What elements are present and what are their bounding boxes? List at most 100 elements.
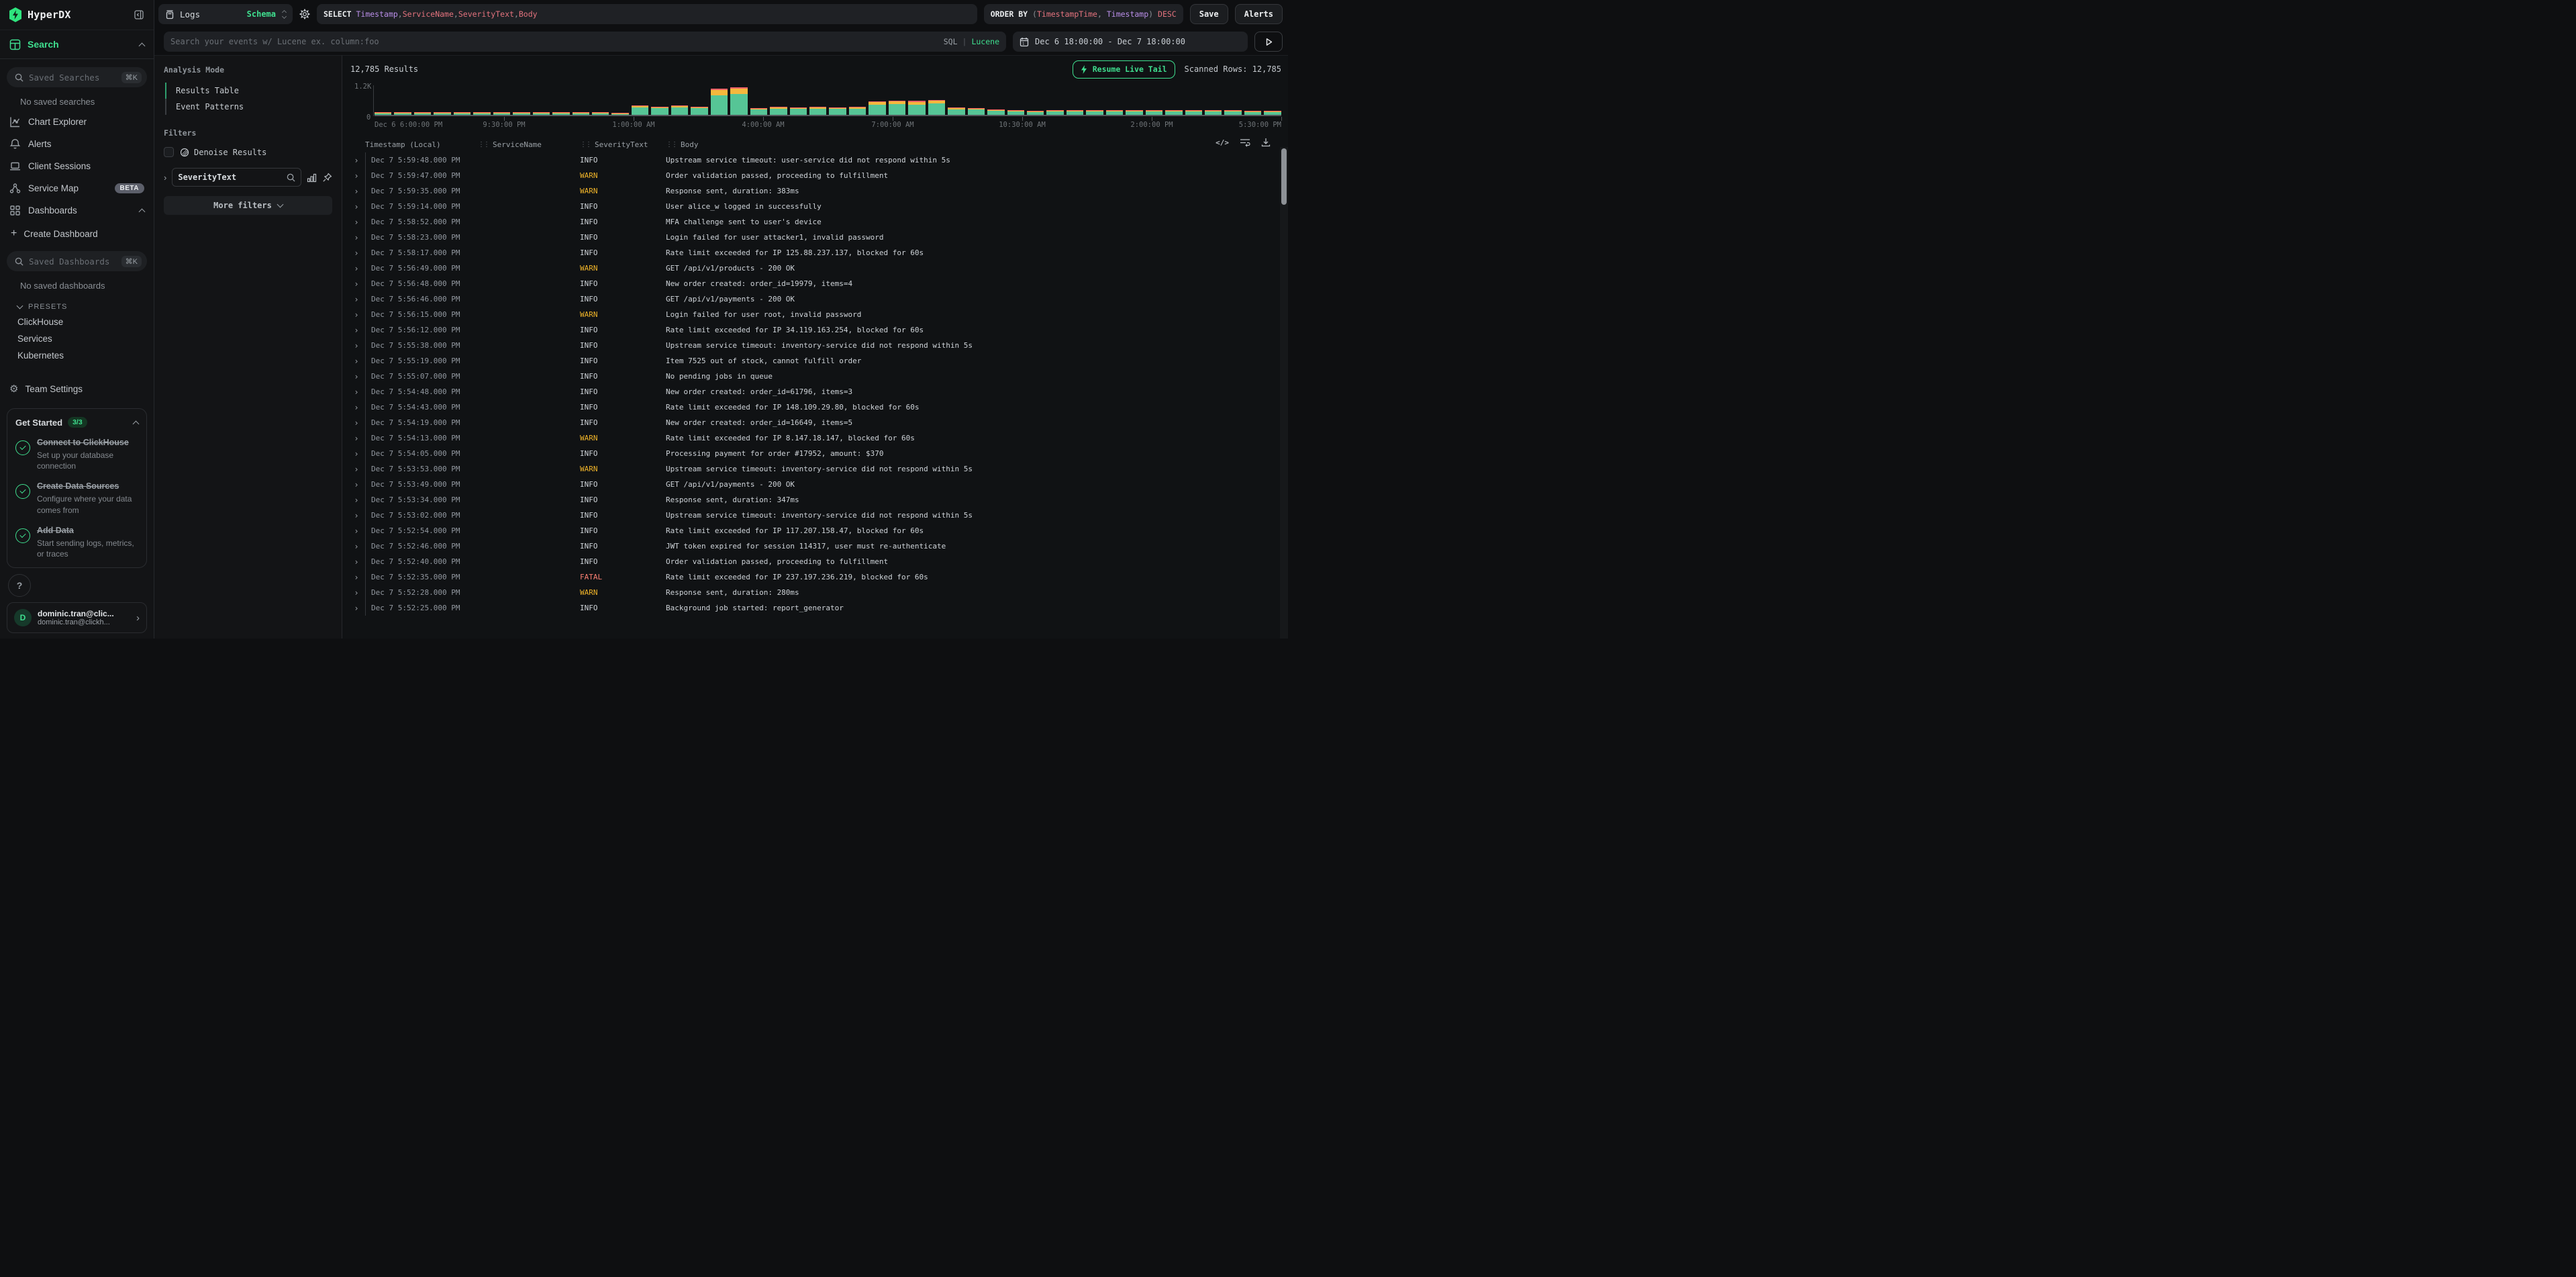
table-row[interactable]: ›Dec 7 5:54:13.000 PMWARNRate limit exce…	[348, 430, 1288, 446]
histogram-bar[interactable]	[730, 87, 747, 115]
histogram-bar[interactable]	[513, 112, 530, 115]
drag-handle-icon[interactable]: ⋮⋮	[666, 141, 677, 148]
sql-toggle[interactable]: SQL	[944, 37, 958, 46]
row-expand-chevron[interactable]: ›	[348, 403, 365, 412]
table-row[interactable]: ›Dec 7 5:58:52.000 PMINFOMFA challenge s…	[348, 214, 1288, 230]
histogram-bar[interactable]	[573, 112, 589, 115]
row-expand-chevron[interactable]: ›	[348, 449, 365, 459]
histogram-bar[interactable]	[829, 107, 846, 115]
histogram-bar[interactable]	[493, 112, 510, 115]
table-row[interactable]: ›Dec 7 5:58:17.000 PMINFORate limit exce…	[348, 245, 1288, 261]
histogram-bar[interactable]	[1165, 110, 1182, 115]
histogram-bar[interactable]	[1046, 110, 1063, 115]
histogram-bar[interactable]	[711, 89, 728, 115]
more-filters-button[interactable]: More filters	[164, 196, 332, 215]
vertical-scrollbar-thumb[interactable]	[1281, 148, 1287, 205]
sidebar-item-chart-explorer[interactable]: Chart Explorer	[0, 111, 154, 133]
row-expand-chevron[interactable]: ›	[348, 248, 365, 258]
histogram-bar[interactable]	[592, 112, 609, 115]
table-row[interactable]: ›Dec 7 5:54:48.000 PMINFONew order creat…	[348, 384, 1288, 399]
column-header-servicename[interactable]: ⋮⋮ServiceName	[478, 140, 580, 149]
histogram-bar[interactable]	[948, 107, 964, 115]
histogram-bar[interactable]	[750, 108, 767, 115]
row-expand-chevron[interactable]: ›	[348, 156, 365, 165]
histogram-bar[interactable]	[473, 112, 490, 115]
table-row[interactable]: ›Dec 7 5:58:23.000 PMINFOLogin failed fo…	[348, 230, 1288, 245]
row-expand-chevron[interactable]: ›	[348, 295, 365, 304]
table-row[interactable]: ›Dec 7 5:59:14.000 PMINFOUser alice_w lo…	[348, 199, 1288, 214]
table-row[interactable]: ›Dec 7 5:56:15.000 PMWARNLogin failed fo…	[348, 307, 1288, 322]
denoise-label[interactable]: Denoise Results	[194, 148, 266, 157]
column-header-body[interactable]: ⋮⋮Body	[666, 140, 1214, 149]
histogram-bar[interactable]	[1185, 110, 1202, 115]
table-row[interactable]: ›Dec 7 5:52:28.000 PMWARNResponse sent, …	[348, 585, 1288, 600]
order-by-input[interactable]: ORDER BY (TimestampTime, Timestamp) DESC	[984, 4, 1183, 24]
download-icon[interactable]	[1261, 138, 1271, 147]
table-row[interactable]: ›Dec 7 5:52:40.000 PMINFOOrder validatio…	[348, 554, 1288, 569]
histogram-bar[interactable]	[1146, 110, 1162, 115]
row-expand-chevron[interactable]: ›	[348, 465, 365, 474]
row-expand-chevron[interactable]: ›	[348, 434, 365, 443]
get-started-item-sources[interactable]: Create Data Sources Configure where your…	[15, 480, 138, 515]
resume-live-tail-button[interactable]: Resume Live Tail	[1073, 60, 1175, 79]
histogram-bar[interactable]	[889, 101, 905, 115]
table-row[interactable]: ›Dec 7 5:59:47.000 PMWARNOrder validatio…	[348, 168, 1288, 183]
preset-item-clickhouse[interactable]: ClickHouse	[0, 314, 154, 330]
histogram-bar[interactable]	[1086, 110, 1103, 115]
histogram-bar[interactable]	[691, 107, 707, 115]
histogram-bar[interactable]	[928, 100, 945, 115]
filter-field-severitytext[interactable]: SeverityText	[172, 168, 301, 187]
drag-handle-icon[interactable]: ⋮⋮	[478, 141, 489, 148]
query-language-toggle[interactable]: SQL | Lucene	[944, 37, 999, 46]
histogram-bar[interactable]	[1244, 111, 1261, 115]
row-expand-chevron[interactable]: ›	[348, 480, 365, 489]
preset-item-services[interactable]: Services	[0, 330, 154, 347]
wrap-lines-icon[interactable]	[1240, 138, 1250, 147]
mode-results-table[interactable]: Results Table	[165, 83, 332, 99]
histogram-bar[interactable]	[809, 107, 826, 115]
events-histogram[interactable]: 1.2K 0 Dec 6 6:00:00 PM9:30:00 PM1:00:00…	[349, 85, 1281, 130]
row-expand-chevron[interactable]: ›	[348, 495, 365, 505]
code-view-icon[interactable]: </>	[1216, 138, 1229, 147]
lucene-toggle[interactable]: Lucene	[971, 37, 999, 46]
create-dashboard-button[interactable]: + Create Dashboard	[0, 222, 154, 243]
help-button[interactable]: ?	[8, 574, 31, 597]
table-row[interactable]: ›Dec 7 5:55:19.000 PMINFOItem 7525 out o…	[348, 353, 1288, 369]
collapse-sidebar-icon[interactable]	[134, 9, 144, 20]
row-expand-chevron[interactable]: ›	[348, 542, 365, 551]
alerts-button[interactable]: Alerts	[1235, 4, 1283, 24]
histogram-bar[interactable]	[987, 109, 1004, 115]
filter-expand-chevron[interactable]: ›	[164, 173, 166, 183]
table-row[interactable]: ›Dec 7 5:56:46.000 PMINFOGET /api/v1/pay…	[348, 291, 1288, 307]
save-button[interactable]: Save	[1190, 4, 1228, 24]
sidebar-item-team-settings[interactable]: ⚙ Team Settings	[0, 376, 154, 401]
row-expand-chevron[interactable]: ›	[348, 202, 365, 211]
get-started-item-connect[interactable]: Connect to ClickHouse Set up your databa…	[15, 436, 138, 471]
sidebar-item-search[interactable]: Search	[0, 30, 154, 59]
gear-icon[interactable]	[299, 9, 310, 19]
row-expand-chevron[interactable]: ›	[348, 218, 365, 227]
column-header-timestamp[interactable]: Timestamp (Local)	[365, 140, 478, 149]
histogram-bar[interactable]	[1224, 110, 1241, 115]
row-expand-chevron[interactable]: ›	[348, 511, 365, 520]
saved-dashboards-input[interactable]: Saved Dashboards ⌘K	[7, 251, 147, 271]
histogram-bar[interactable]	[611, 113, 628, 115]
row-expand-chevron[interactable]: ›	[348, 341, 365, 350]
user-menu[interactable]: D dominic.tran@clic... dominic.tran@clic…	[7, 602, 147, 633]
histogram-bar[interactable]	[790, 107, 807, 115]
table-row[interactable]: ›Dec 7 5:52:46.000 PMINFOJWT token expir…	[348, 538, 1288, 554]
row-expand-chevron[interactable]: ›	[348, 387, 365, 397]
table-row[interactable]: ›Dec 7 5:53:53.000 PMWARNUpstream servic…	[348, 461, 1288, 477]
table-row[interactable]: ›Dec 7 5:53:34.000 PMINFOResponse sent, …	[348, 492, 1288, 508]
histogram-bar[interactable]	[414, 112, 431, 115]
histogram-bar[interactable]	[454, 112, 470, 115]
preset-item-kubernetes[interactable]: Kubernetes	[0, 347, 154, 364]
event-search-input[interactable]: Search your events w/ Lucene ex. column:…	[164, 32, 1006, 52]
get-started-item-add-data[interactable]: Add Data Start sending logs, metrics, or…	[15, 524, 138, 559]
row-expand-chevron[interactable]: ›	[348, 418, 365, 428]
table-row[interactable]: ›Dec 7 5:52:25.000 PMINFOBackground job …	[348, 600, 1288, 616]
table-row[interactable]: ›Dec 7 5:56:48.000 PMINFONew order creat…	[348, 276, 1288, 291]
row-expand-chevron[interactable]: ›	[348, 171, 365, 181]
table-row[interactable]: ›Dec 7 5:56:49.000 PMWARNGET /api/v1/pro…	[348, 261, 1288, 276]
row-expand-chevron[interactable]: ›	[348, 264, 365, 273]
